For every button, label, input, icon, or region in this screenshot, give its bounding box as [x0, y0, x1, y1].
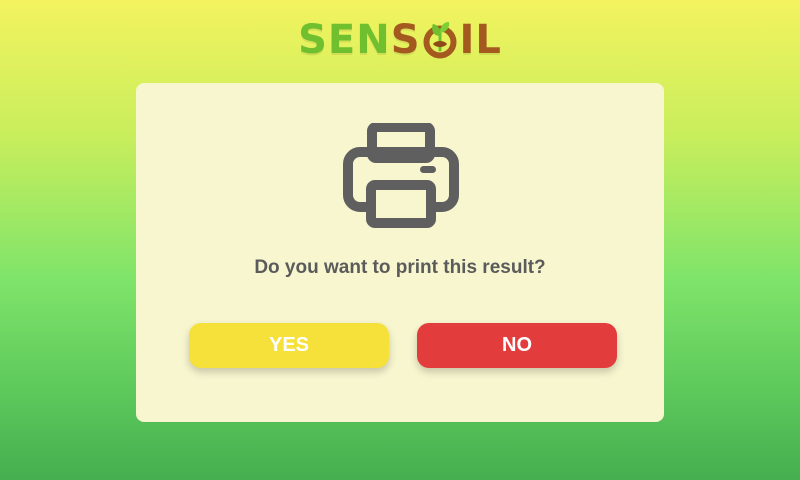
yes-button[interactable]: YES: [189, 323, 389, 368]
brand-text-il: IL: [459, 17, 502, 63]
brand-text-s: S: [390, 17, 421, 63]
print-confirm-dialog: Do you want to print this result? YES NO: [136, 83, 664, 422]
brand-logo: SEN S IL: [298, 8, 502, 60]
brand-text-sen: SEN: [298, 17, 391, 63]
no-button[interactable]: NO: [417, 323, 617, 368]
print-question: Do you want to print this result?: [254, 257, 546, 278]
printer-icon: [343, 122, 459, 229]
sprout-icon: [422, 20, 459, 60]
brand-header: SEN S IL: [0, 8, 800, 60]
